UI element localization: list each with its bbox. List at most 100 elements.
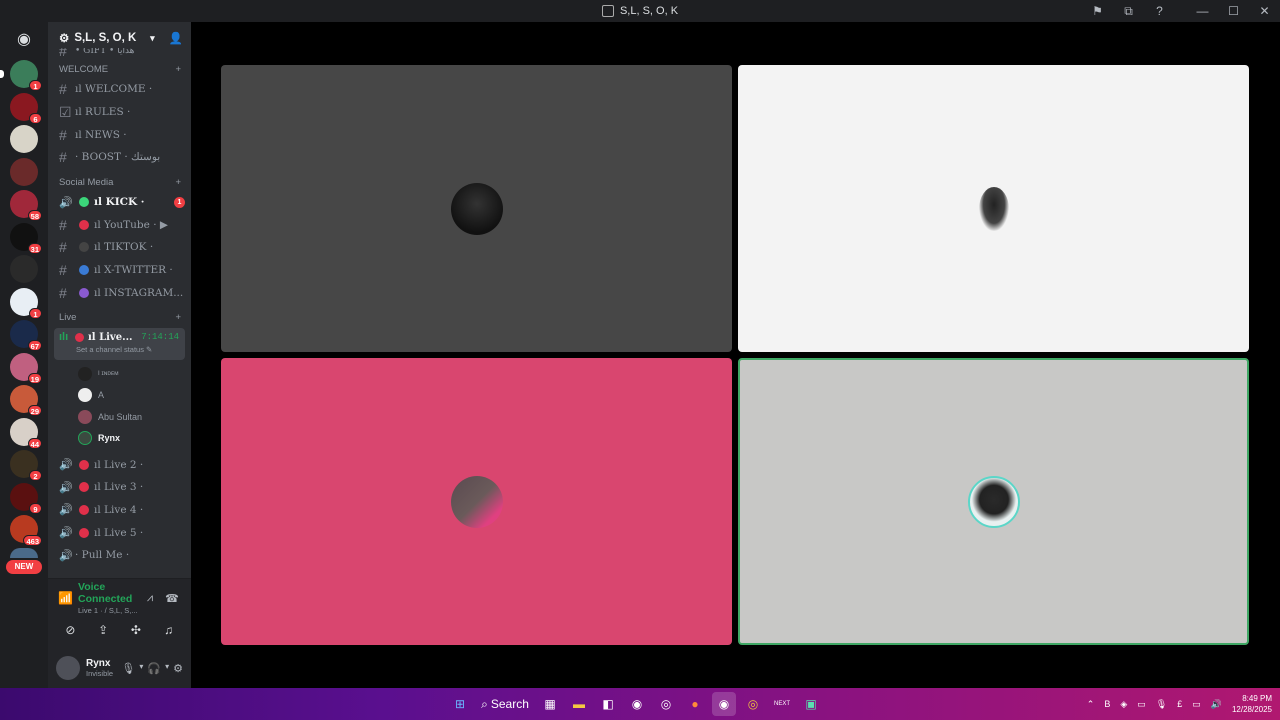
channel-welcome[interactable]: # ıl WELCOME ·: [48, 78, 191, 101]
channel-status-prompt[interactable]: Set a channel status ✎: [59, 345, 185, 354]
inbox-flag-icon[interactable]: ⚑: [1082, 0, 1113, 22]
chrome-icon[interactable]: ◎: [741, 692, 765, 716]
store-icon[interactable]: ▦: [538, 692, 562, 716]
avatar[interactable]: [56, 656, 80, 680]
server-icon[interactable]: 463: [10, 515, 42, 546]
headphones-icon[interactable]: 🎧: [147, 662, 161, 675]
participant-tile-speaking[interactable]: [738, 358, 1249, 645]
disconnect-icon[interactable]: ☎: [161, 592, 183, 605]
server-icon[interactable]: [10, 125, 38, 153]
chevron-up-icon[interactable]: ⌃: [1087, 699, 1095, 710]
help-icon[interactable]: ?: [1144, 0, 1175, 22]
firefox-icon[interactable]: ●: [683, 692, 707, 716]
steam-icon[interactable]: ◎: [654, 692, 678, 716]
server-icon[interactable]: 67: [10, 320, 42, 351]
channel-tiktok[interactable]: # ıl TIKTOK ·: [48, 236, 191, 259]
language-indicator[interactable]: £: [1177, 699, 1182, 709]
activities-icon[interactable]: ✣: [122, 619, 150, 641]
server-badge: 463: [23, 535, 42, 546]
server-icon[interactable]: 6: [10, 92, 42, 124]
channel-boost[interactable]: # · BOOST · بوستك: [48, 146, 191, 169]
channel-pull-me[interactable]: 🔊 · Pull Me ·: [48, 544, 191, 567]
close-button[interactable]: ✕: [1249, 0, 1280, 22]
soundboard-icon[interactable]: ♫: [155, 619, 183, 641]
discord-home-icon[interactable]: ◉: [9, 24, 39, 54]
signal-icon[interactable]: 📶: [58, 591, 78, 605]
app-icon[interactable]: ▣: [799, 692, 823, 716]
tray-icon[interactable]: ◈: [1120, 699, 1127, 710]
next-app-icon[interactable]: NEXT: [770, 692, 794, 716]
server-icon[interactable]: 1: [0, 60, 42, 91]
participant-tile[interactable]: [738, 65, 1249, 352]
camera-off-icon[interactable]: ⊘: [56, 619, 84, 641]
new-badge[interactable]: NEW: [6, 559, 42, 574]
user-name[interactable]: Rynx: [86, 658, 113, 669]
volume-icon[interactable]: 🔊: [1211, 699, 1222, 710]
server-icon[interactable]: 29: [10, 385, 42, 416]
category-social-media[interactable]: Social Media +: [48, 169, 191, 191]
server-icon[interactable]: 44: [10, 417, 42, 449]
network-icon[interactable]: ▭: [1192, 699, 1201, 710]
tray-icon[interactable]: ▭: [1137, 699, 1146, 710]
voice-member-self[interactable]: Rynx: [48, 428, 191, 450]
microphone-icon[interactable]: 🎙: [121, 662, 135, 675]
channel-live-5[interactable]: 🔊 ıl Live 5 ·: [48, 521, 191, 544]
server-badge: 44: [27, 437, 42, 449]
channel-instagram[interactable]: # ıl INSTAGRAM...: [48, 282, 191, 305]
tray-icon[interactable]: B: [1104, 699, 1110, 709]
window-title-text: S,L, S, O, K: [619, 5, 679, 17]
server-icon[interactable]: [10, 157, 38, 186]
channel-live-3[interactable]: 🔊 ıl Live 3 ·: [48, 476, 191, 499]
server-icon[interactable]: 58: [10, 190, 42, 221]
server-badge: 6: [29, 112, 42, 124]
server-icon[interactable]: 9: [10, 482, 42, 514]
server-icon[interactable]: 19: [10, 352, 42, 384]
screen-share-icon[interactable]: ⇪: [89, 619, 117, 641]
chevron-down-icon[interactable]: ▾: [165, 662, 169, 675]
add-member-icon[interactable]: 👤: [169, 31, 183, 45]
channel-gift[interactable]: # • GIFT • هدايا: [48, 48, 191, 56]
avatar: [78, 409, 92, 424]
epic-games-icon[interactable]: ◧: [596, 692, 620, 716]
participant-tile[interactable]: [221, 358, 732, 645]
server-icon[interactable]: [10, 547, 38, 558]
clock[interactable]: 8:49 PM 12/28/2025: [1232, 693, 1272, 715]
server-icon[interactable]: 31: [10, 222, 42, 254]
server-icon[interactable]: [10, 255, 38, 283]
channel-kick[interactable]: 🔊 ıl KICK · 1: [48, 191, 191, 214]
category-welcome[interactable]: WELCOME +: [48, 56, 191, 78]
settings-gear-icon[interactable]: ⚙: [173, 662, 183, 675]
participant-tile[interactable]: [221, 65, 732, 352]
add-channel-icon[interactable]: +: [175, 312, 181, 323]
add-channel-icon[interactable]: +: [175, 64, 181, 75]
channel-x-twitter[interactable]: # ıl X-TWITTER ·: [48, 259, 191, 282]
search-button[interactable]: ⌕ Search: [477, 692, 533, 716]
channel-sidebar: ⚙ S,L, S, O, K ▾ 👤 # • GIFT • هدايا WELCO…: [48, 22, 191, 688]
server-icon[interactable]: 2: [10, 450, 42, 481]
server-icon[interactable]: 1: [10, 287, 42, 319]
noise-suppression-icon[interactable]: ⩘: [139, 592, 161, 605]
voice-member[interactable]: ǀ ɪɴᴅᴇᴍ: [48, 363, 191, 385]
add-channel-icon[interactable]: +: [175, 177, 181, 188]
category-live[interactable]: Live +: [48, 304, 191, 326]
microphone-icon[interactable]: 🎙: [1156, 699, 1167, 710]
avatar: [78, 366, 92, 381]
channel-youtube[interactable]: # ıl YouTube · ▶: [48, 213, 191, 236]
file-explorer-icon[interactable]: ▬: [567, 692, 591, 716]
voice-location[interactable]: Live 1 · / S,L, S,...: [78, 606, 139, 615]
screen-icon[interactable]: ⧉: [1113, 0, 1144, 22]
voice-member[interactable]: A: [48, 385, 191, 407]
maximize-button[interactable]: ☐: [1218, 0, 1249, 22]
discord-taskbar-icon[interactable]: ◉: [712, 692, 736, 716]
channel-news[interactable]: # ıl NEWS ·: [48, 123, 191, 146]
app-icon[interactable]: ◉: [625, 692, 649, 716]
channel-live-2[interactable]: 🔊 ıl Live 2 ·: [48, 453, 191, 476]
channel-live-4[interactable]: 🔊 ıl Live 4 ·: [48, 499, 191, 522]
start-button[interactable]: ⊞: [448, 692, 472, 716]
voice-member[interactable]: Abu Sultan: [48, 406, 191, 428]
voice-connected-label[interactable]: Voice Connected: [78, 581, 139, 605]
channel-rules[interactable]: ☑ ıl RULES ·: [48, 101, 191, 124]
minimize-button[interactable]: —: [1187, 0, 1218, 22]
channel-live-1[interactable]: ılı ıl Live... 7:14:14 Set a channel statu…: [54, 328, 185, 361]
chevron-down-icon[interactable]: ▾: [139, 662, 143, 675]
